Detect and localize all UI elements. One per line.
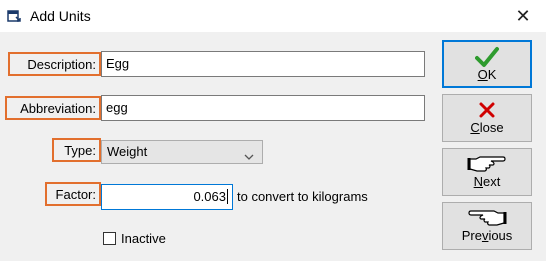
pointing-hand-right-icon — [467, 156, 506, 172]
abbreviation-field[interactable]: egg — [101, 95, 425, 121]
close-label: Close — [470, 120, 504, 135]
window-title: Add Units — [30, 8, 91, 24]
text-caret — [227, 189, 228, 204]
ok-label: OK — [477, 67, 497, 82]
factor-label: Factor: — [45, 182, 101, 206]
ok-button[interactable]: OK — [442, 40, 532, 88]
description-field[interactable]: Egg — [101, 51, 425, 77]
close-icon: ✕ — [515, 5, 531, 26]
close-button[interactable]: Close — [442, 94, 532, 142]
app-window-icon — [7, 9, 21, 23]
checkmark-icon — [475, 47, 499, 67]
description-label: Description: — [8, 52, 101, 76]
previous-label: Previous — [461, 228, 513, 243]
inactive-checkbox[interactable] — [103, 232, 116, 245]
factor-value: 0.063 — [193, 189, 226, 204]
factor-hint: to convert to kilograms — [237, 189, 368, 204]
chevron-down-icon — [244, 147, 254, 160]
title-bar: Add Units ✕ — [0, 0, 546, 32]
factor-field[interactable]: 0.063 — [101, 184, 233, 210]
next-button[interactable]: Next — [442, 148, 532, 196]
window-close-button[interactable]: ✕ — [500, 0, 546, 32]
type-select[interactable]: Weight — [101, 140, 263, 164]
abbreviation-label: Abbreviation: — [5, 96, 101, 120]
red-x-icon — [479, 102, 495, 118]
pointing-hand-left-icon — [468, 210, 507, 226]
next-label: Next — [473, 174, 501, 189]
inactive-label: Inactive — [121, 231, 166, 246]
type-selected-value: Weight — [107, 144, 148, 159]
previous-button[interactable]: Previous — [442, 202, 532, 250]
type-label: Type: — [52, 138, 101, 162]
